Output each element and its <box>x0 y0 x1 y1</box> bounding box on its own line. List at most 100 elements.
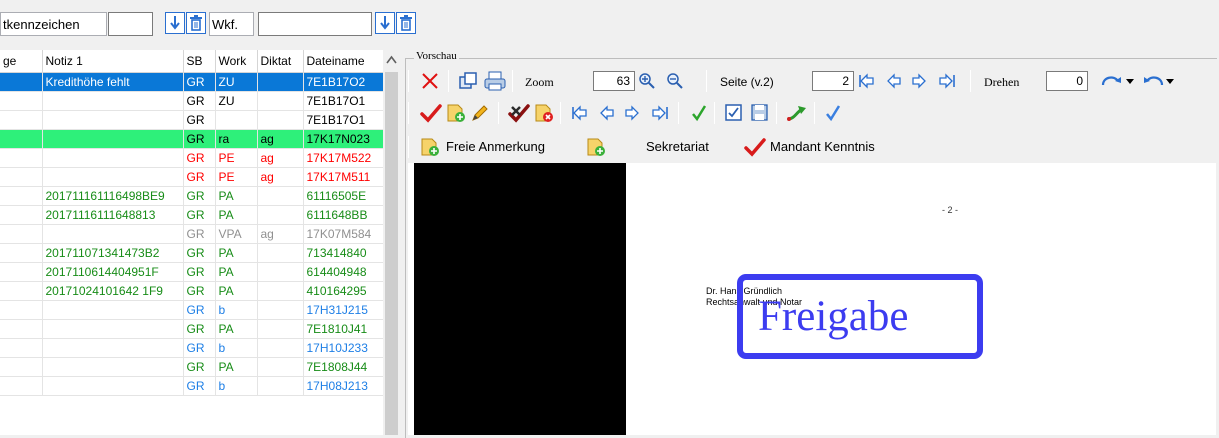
zoom-out-icon[interactable] <box>665 71 685 91</box>
cell-ge <box>0 205 43 225</box>
rotate-input[interactable]: 0 <box>1046 71 1088 91</box>
cell-notiz: 201711161116498BE9 <box>42 186 184 206</box>
checkbox-icon[interactable] <box>724 103 744 123</box>
add-note-icon[interactable] <box>586 137 606 157</box>
cell-ge <box>0 243 43 263</box>
wkf-down-button[interactable] <box>375 12 395 34</box>
cell-work: VPA <box>215 224 258 244</box>
add-note-icon[interactable] <box>446 103 466 123</box>
cell-dateiname: 17K17N023 <box>303 129 383 149</box>
cell-notiz: Kredithöhe fehlt <box>42 72 184 92</box>
col-header-dateiname[interactable]: Dateiname <box>303 50 383 73</box>
freie-anmerkung-button[interactable]: Freie Anmerkung <box>446 139 545 154</box>
annotation-bar: Freie Anmerkung Sekretariat Mandant Kenn… <box>408 134 1208 160</box>
scroll-up-icon[interactable] <box>383 50 400 70</box>
cell-dateiname: 7E1B17O1 <box>303 110 383 130</box>
wkf-delete-button[interactable] <box>396 12 416 34</box>
cell-work: PA <box>215 205 258 225</box>
table-row[interactable]: GR 7E1B17O1 <box>0 110 383 130</box>
table-row[interactable]: Kredithöhe fehlt GR ZU 7E1B17O2 <box>0 72 383 92</box>
filter-field-label: tkennzeichen <box>0 12 107 36</box>
cell-work <box>215 110 258 130</box>
table-row[interactable]: GR VPA ag 17K07M584 <box>0 224 383 244</box>
prev-page-icon[interactable] <box>884 71 902 91</box>
first-page-icon[interactable] <box>857 71 875 91</box>
cell-diktat <box>257 205 304 225</box>
green-check-icon[interactable] <box>690 103 708 123</box>
cell-notiz <box>42 91 184 111</box>
cell-diktat <box>257 357 304 377</box>
grid-header: ge Notiz 1 SB Work Diktat Dateiname <box>0 50 383 73</box>
col-header-sb[interactable]: SB <box>183 50 216 73</box>
table-row[interactable]: GR ra ag 17K17N023 <box>0 129 383 149</box>
filter-delete-button[interactable] <box>186 12 206 34</box>
cell-diktat: ag <box>257 224 304 244</box>
table-row[interactable]: 201711071341473B2 GR PA 713414840 <box>0 243 383 263</box>
col-header-work[interactable]: Work <box>215 50 258 73</box>
page-input[interactable]: 2 <box>812 71 854 91</box>
col-header-ge[interactable]: ge <box>0 50 43 73</box>
col-header-diktat[interactable]: Diktat <box>257 50 304 73</box>
cell-dateiname: 17K17M511 <box>303 167 383 187</box>
rotate-right-icon[interactable] <box>1100 71 1126 91</box>
delete-note-icon[interactable] <box>534 103 554 123</box>
table-row[interactable]: GR b 17H08J213 <box>0 376 383 396</box>
arrow-down-icon <box>170 16 180 30</box>
cell-dateiname: 61116505E <box>303 186 383 206</box>
zoom-input[interactable]: 63 <box>593 71 635 91</box>
arrow-down-icon <box>380 16 390 30</box>
col-header-notiz[interactable]: Notiz 1 <box>42 50 184 73</box>
filter-down-button[interactable] <box>165 12 185 34</box>
cell-work: ra <box>215 129 258 149</box>
table-row[interactable]: 20171116111648813 GR PA 6111648BB <box>0 205 383 225</box>
pencil-icon[interactable] <box>470 103 490 123</box>
cell-sb: GR <box>183 91 216 111</box>
filter-wkf-input[interactable] <box>258 12 372 36</box>
copy-window-icon[interactable] <box>458 71 478 91</box>
mandant-kenntnis-button[interactable]: Mandant Kenntnis <box>770 139 875 154</box>
table-row[interactable]: 2017110614404951F GR PA 614404948 <box>0 262 383 282</box>
last-page-icon[interactable] <box>938 71 956 91</box>
table-row[interactable]: GR PE ag 17K17M522 <box>0 148 383 168</box>
rotate-left-icon[interactable] <box>1140 71 1166 91</box>
table-row[interactable]: GR b 17H10J233 <box>0 338 383 358</box>
approve-check-icon[interactable] <box>824 103 842 123</box>
prev-annotation-icon[interactable] <box>597 103 615 123</box>
cell-work: PA <box>215 281 258 301</box>
rotate-left-dropdown-icon[interactable] <box>1164 71 1176 91</box>
page-label: Seite (v.2) <box>720 75 774 89</box>
last-annotation-icon[interactable] <box>651 103 669 123</box>
cell-ge <box>0 319 43 339</box>
table-row[interactable]: GR PA 7E1808J44 <box>0 357 383 377</box>
green-arrow-icon[interactable] <box>786 103 808 123</box>
cell-diktat <box>257 243 304 263</box>
rotate-right-dropdown-icon[interactable] <box>1124 71 1136 91</box>
table-row[interactable]: GR PE ag 17K17M511 <box>0 167 383 187</box>
table-row[interactable]: 201711161116498BE9 GR PA 61116505E <box>0 186 383 206</box>
cell-ge <box>0 72 43 92</box>
document-page-number: - 2 - <box>942 205 959 215</box>
table-row[interactable]: 20171024101642 1F9 GR PA 410164295 <box>0 281 383 301</box>
scrollbar-thumb[interactable] <box>385 72 398 435</box>
next-annotation-icon[interactable] <box>624 103 642 123</box>
preview-legend: Vorschau <box>414 50 459 62</box>
sekretariat-button[interactable]: Sekretariat <box>646 139 709 154</box>
cell-diktat <box>257 319 304 339</box>
remove-check-icon[interactable] <box>508 103 530 123</box>
cell-dateiname: 17H08J213 <box>303 376 383 396</box>
first-annotation-icon[interactable] <box>570 103 588 123</box>
table-row[interactable]: GR b 17H31J215 <box>0 300 383 320</box>
save-icon[interactable] <box>750 103 770 123</box>
close-icon[interactable] <box>420 71 440 91</box>
cell-work: PA <box>215 357 258 377</box>
grid-scrollbar[interactable] <box>383 50 400 435</box>
table-row[interactable]: GR ZU 7E1B17O1 <box>0 91 383 111</box>
zoom-in-icon[interactable] <box>637 71 657 91</box>
zoom-label: Zoom <box>525 75 554 89</box>
print-icon[interactable] <box>484 71 506 91</box>
filter-field-input[interactable] <box>108 12 153 36</box>
table-row[interactable]: GR PA 7E1810J41 <box>0 319 383 339</box>
red-check-icon[interactable] <box>420 103 442 123</box>
cell-notiz <box>42 224 184 244</box>
next-page-icon[interactable] <box>911 71 929 91</box>
